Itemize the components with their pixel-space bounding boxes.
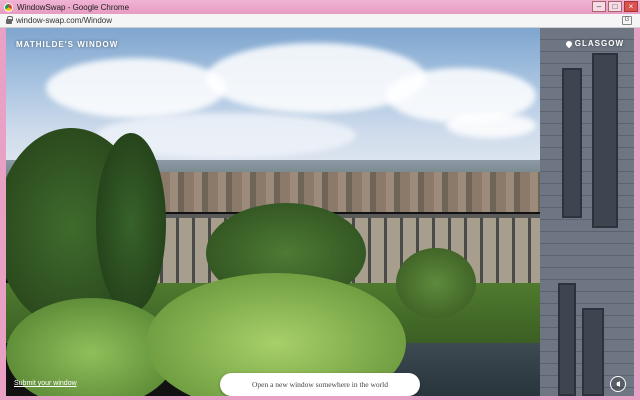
open-new-window-button[interactable]: Open a new window somewhere in the world	[220, 373, 420, 396]
city-name: GLASGOW	[574, 39, 624, 48]
cloud	[46, 58, 226, 118]
window-view-video	[6, 28, 634, 396]
window-owner-label: MATHILDE'S WINDOW	[16, 40, 119, 49]
minimize-button[interactable]: –	[592, 1, 606, 12]
location-pin-icon	[564, 39, 574, 48]
translate-icon[interactable]: G	[622, 16, 632, 25]
page-viewport: MATHILDE'S WINDOW GLASGOW Submit your wi…	[6, 28, 634, 396]
building-window	[582, 308, 604, 396]
building-window	[592, 53, 618, 228]
window-controls: – □ ×	[592, 1, 638, 12]
address-bar[interactable]: window-swap.com/Window G	[0, 14, 640, 28]
tree	[96, 133, 166, 313]
url-text[interactable]: window-swap.com/Window	[16, 16, 112, 25]
submit-window-link[interactable]: Submit your window	[14, 380, 77, 387]
sound-toggle-button[interactable]	[610, 376, 626, 392]
city-rooftops	[136, 172, 546, 212]
building-window	[558, 283, 576, 396]
chrome-icon	[4, 2, 13, 12]
cloud	[446, 113, 536, 138]
window-titlebar: WindowSwap - Google Chrome – □ ×	[0, 0, 640, 14]
window-title: WindowSwap - Google Chrome	[17, 2, 130, 12]
speaker-icon	[616, 381, 620, 387]
location-label: GLASGOW	[564, 39, 624, 48]
tree	[396, 248, 476, 318]
maximize-button[interactable]: □	[608, 1, 622, 12]
lock-icon	[6, 16, 13, 24]
close-button[interactable]: ×	[624, 1, 638, 12]
building-window	[562, 68, 582, 218]
